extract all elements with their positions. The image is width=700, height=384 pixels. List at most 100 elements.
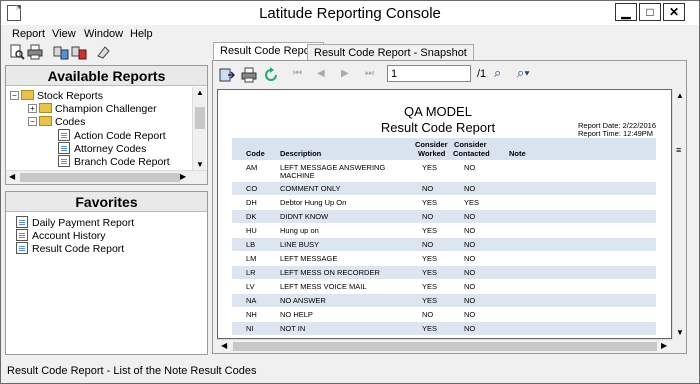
- table-row: LB LINE BUSY NO NO: [232, 238, 656, 251]
- favorite-daily-payment-report[interactable]: Daily Payment Report: [16, 216, 134, 229]
- scroll-up-icon[interactable]: ▲: [196, 88, 204, 97]
- row-description: NOT IN: [280, 324, 306, 333]
- report-print-icon[interactable]: [241, 67, 257, 83]
- column-description: Description: [280, 149, 322, 158]
- print-preview-icon[interactable]: [9, 44, 25, 60]
- tree-action-code-report[interactable]: Action Code Report: [58, 129, 166, 142]
- favorite-result-code-report[interactable]: Result Code Report: [16, 242, 124, 255]
- tree-champion-challenger[interactable]: + Champion Challenger: [28, 103, 157, 115]
- row-worked: YES: [422, 163, 438, 172]
- tree-vertical-scrollbar[interactable]: ▲ ▼: [192, 87, 206, 170]
- row-description: NO HELP: [280, 310, 313, 319]
- row-worked: YES: [422, 324, 438, 333]
- row-contacted: YES: [464, 198, 480, 207]
- row-code: DK: [246, 212, 257, 221]
- zoom-icon[interactable]: ⌕▾: [517, 65, 530, 81]
- tree-hscroll-thumb[interactable]: [20, 173, 180, 182]
- row-contacted: NO: [464, 296, 476, 305]
- minimize-button[interactable]: ▁: [615, 3, 637, 21]
- next-page-icon[interactable]: ▶: [341, 68, 349, 79]
- table-row: DH Debtor Hung Up On YES YES: [232, 196, 656, 209]
- row-description: Hung up on: [280, 226, 319, 235]
- row-contacted: NO: [464, 324, 476, 333]
- report-title: QA MODEL: [404, 104, 472, 119]
- eraser-icon[interactable]: [95, 44, 111, 60]
- favorites-header: Favorites: [6, 192, 207, 212]
- report-hscroll-thumb[interactable]: [233, 342, 657, 351]
- row-code: LV: [246, 282, 255, 291]
- menu-window[interactable]: Window: [84, 28, 123, 40]
- column-contacted-1: Consider: [454, 140, 487, 149]
- column-code: Code: [246, 149, 265, 158]
- row-code: NI: [246, 324, 254, 333]
- tree-attorney-codes[interactable]: Attorney Codes: [58, 142, 146, 155]
- column-contacted-2: Contacted: [453, 149, 490, 158]
- table-row: AM LEFT MESSAGE ANSWERING YES NO MACHINE: [232, 161, 656, 181]
- find-icon[interactable]: ⌕: [494, 65, 501, 81]
- row-worked: YES: [422, 282, 438, 291]
- row-contacted: NO: [464, 310, 476, 319]
- table-row: NA NO ANSWER YES NO: [232, 294, 656, 307]
- title-bar[interactable]: Latitude Reporting Console ▁ □ ✕: [1, 1, 699, 25]
- row-description: LEFT MESS VOICE MAIL: [280, 282, 367, 291]
- row-contacted: NO: [464, 240, 476, 249]
- row-worked: YES: [422, 268, 438, 277]
- report-scroll-left-icon[interactable]: ◀: [221, 341, 227, 350]
- maximize-button[interactable]: □: [639, 3, 661, 21]
- report-header-row: Code Description Consider Worked Conside…: [232, 138, 656, 160]
- report-scroll-grip-icon[interactable]: ≡: [676, 145, 681, 155]
- row-worked: YES: [422, 296, 438, 305]
- scroll-down-icon[interactable]: ▼: [196, 160, 204, 169]
- row-code: DH: [246, 198, 257, 207]
- row-description: LEFT MESS ON RECORDER: [280, 268, 380, 277]
- tree-stock-reports[interactable]: − Stock Reports: [10, 90, 103, 102]
- available-reports-panel: Available Reports − Stock Reports + Champi…: [5, 65, 208, 185]
- table-row: HU Hung up on YES NO: [232, 224, 656, 237]
- print-icon[interactable]: [27, 44, 43, 60]
- row-code: LB: [246, 240, 256, 249]
- row-code: LR: [246, 268, 256, 277]
- report-vertical-scrollbar[interactable]: ▲ ≡ ▼: [672, 89, 686, 339]
- table-row: LV LEFT MESS VOICE MAIL YES NO: [232, 280, 656, 293]
- row-code: NA: [246, 296, 257, 305]
- previous-page-icon[interactable]: ◀: [317, 68, 325, 79]
- row-code: HU: [246, 226, 257, 235]
- close-button[interactable]: ✕: [663, 3, 685, 21]
- page-number-input[interactable]: 1: [387, 65, 471, 82]
- window-title: Latitude Reporting Console: [259, 5, 441, 22]
- add-favorite-icon[interactable]: [53, 44, 69, 60]
- table-row: CO COMMENT ONLY NO NO: [232, 182, 656, 195]
- report-scroll-right-icon[interactable]: ▶: [661, 341, 667, 350]
- last-page-icon[interactable]: ⏭: [365, 68, 374, 79]
- table-row: DK DIDNT KNOW NO NO: [232, 210, 656, 223]
- tree-scroll-thumb[interactable]: [195, 107, 205, 129]
- favorite-account-history[interactable]: Account History: [16, 229, 106, 242]
- table-row: LM LEFT MESSAGE YES NO: [232, 252, 656, 265]
- row-worked: YES: [422, 226, 438, 235]
- row-description-line2: MACHINE: [280, 171, 315, 180]
- report-time: Report Time: 12:49PM: [578, 129, 654, 138]
- export-icon[interactable]: [219, 67, 235, 83]
- menu-help[interactable]: Help: [130, 28, 153, 40]
- report-scroll-up-icon[interactable]: ▲: [676, 91, 684, 100]
- remove-favorite-icon[interactable]: [71, 44, 87, 60]
- row-contacted: NO: [464, 254, 476, 263]
- report-horizontal-scrollbar[interactable]: ◀ ▶: [217, 339, 672, 353]
- row-description: Debtor Hung Up On: [280, 198, 347, 207]
- refresh-icon[interactable]: [263, 67, 279, 83]
- menu-report[interactable]: Report: [12, 28, 45, 40]
- report-scroll-down-icon[interactable]: ▼: [676, 328, 684, 337]
- menu-view[interactable]: View: [52, 28, 76, 40]
- row-code: NH: [246, 310, 257, 319]
- tree-horizontal-scrollbar[interactable]: ◀ ▶: [6, 170, 207, 184]
- row-contacted: NO: [464, 212, 476, 221]
- tree-codes[interactable]: − Codes: [28, 116, 85, 128]
- menu-bar: Report View Window Help: [1, 26, 699, 42]
- scroll-left-icon[interactable]: ◀: [9, 172, 15, 181]
- tree-branch-code-report[interactable]: Branch Code Report: [58, 155, 170, 168]
- row-code: CO: [246, 184, 258, 193]
- scroll-right-icon[interactable]: ▶: [180, 172, 186, 181]
- row-description: DIDNT KNOW: [280, 212, 329, 221]
- first-page-icon[interactable]: ⏮: [293, 68, 302, 79]
- main-window: Latitude Reporting Console ▁ □ ✕ Report …: [0, 0, 700, 384]
